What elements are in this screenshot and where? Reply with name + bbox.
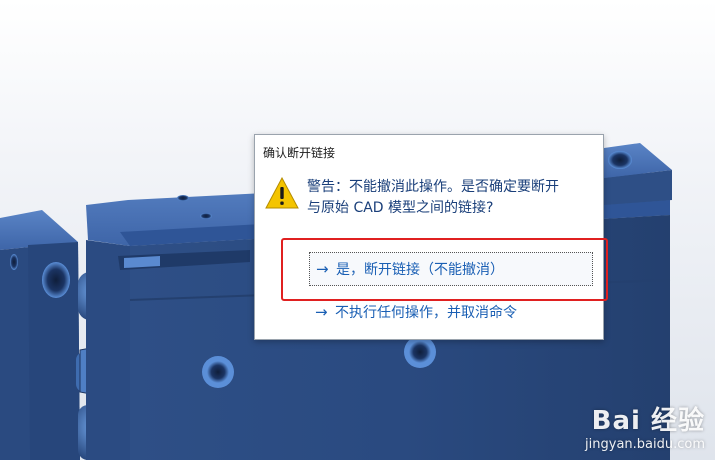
confirm-break-link-dialog: 确认断开链接 警告：不能撤消此操作。是否确定要断开 与原始 CAD 模型之间的链… (254, 134, 604, 340)
left-block (0, 210, 80, 460)
arrow-right-icon: → (315, 303, 328, 321)
cancel-command-label: 不执行任何操作，并取消命令 (335, 305, 517, 321)
warning-message: 警告：不能撤消此操作。是否确定要断开 与原始 CAD 模型之间的链接? (307, 177, 597, 219)
red-highlight-box (281, 238, 608, 301)
warning-icon (265, 177, 299, 209)
warning-line-2: 与原始 CAD 模型之间的链接? (307, 200, 494, 216)
dialog-title: 确认断开链接 (263, 146, 336, 160)
watermark-logo: Bai 经验 (591, 406, 705, 436)
warning-line-1: 警告：不能撤消此操作。是否确定要断开 (307, 179, 559, 195)
watermark-url: jingyan.baidu.com (585, 437, 705, 452)
right-block (604, 143, 672, 205)
cad-viewport[interactable]: 确认断开链接 警告：不能撤消此操作。是否确定要断开 与原始 CAD 模型之间的链… (0, 0, 715, 460)
watermark: Bai 经验 jingyan.baidu.com (585, 400, 705, 452)
